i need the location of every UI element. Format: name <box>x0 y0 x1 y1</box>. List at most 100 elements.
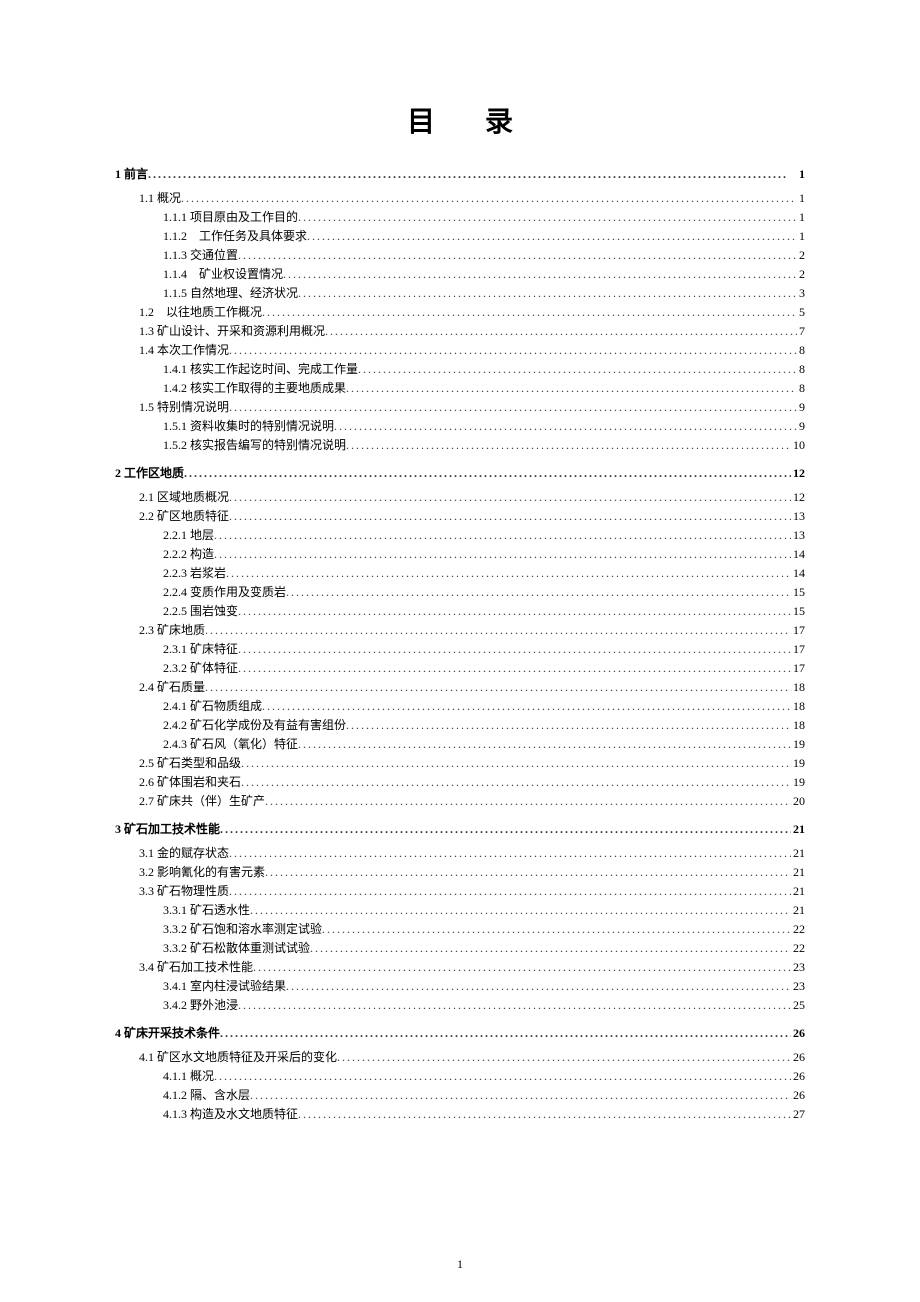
toc-page: 22 <box>791 920 805 938</box>
toc-page: 17 <box>791 659 805 677</box>
toc-label: 1.4.1 核实工作起讫时间、完成工作量 <box>163 360 358 378</box>
toc-leader-dots <box>229 341 797 359</box>
toc-entry: 2.2.2 构造14 <box>115 545 805 563</box>
toc-page: 2 <box>797 265 805 283</box>
toc-page: 21 <box>791 901 805 919</box>
toc-leader-dots <box>214 1067 791 1085</box>
toc-entry: 2.4.2 矿石化学成份及有益有害组份 18 <box>115 716 805 734</box>
toc-entry: 4.1.2 隔、含水层26 <box>115 1086 805 1104</box>
toc-label: 2.7 矿床共（伴）生矿产 <box>139 792 265 810</box>
toc-entry: 2.7 矿床共（伴）生矿产20 <box>115 792 805 810</box>
toc-entry: 1.1 概况1 <box>115 189 805 207</box>
toc-entry: 1.4.2 核实工作取得的主要地质成果8 <box>115 379 805 397</box>
toc-entry: 2.4.1 矿石物质组成 18 <box>115 697 805 715</box>
toc-page: 8 <box>797 360 805 378</box>
toc-leader-dots <box>298 1105 791 1123</box>
toc-entry: 2.1 区域地质概况 12 <box>115 488 805 506</box>
toc-entry: 4.1.3 构造及水文地质特征 27 <box>115 1105 805 1123</box>
toc-leader-dots <box>250 901 791 919</box>
toc-page: 18 <box>791 697 805 715</box>
table-of-contents: 1 前言11.1 概况11.1.1 项目原由及工作目的11.1.2 工作任务及具… <box>115 165 805 1123</box>
toc-label: 2.2 矿区地质特征 <box>139 507 229 525</box>
toc-leader-dots <box>346 379 797 397</box>
toc-label: 2.2.1 地层 <box>163 526 214 544</box>
toc-label: 1.5.2 核实报告编写的特别情况说明 <box>163 436 346 454</box>
toc-page: 9 <box>797 398 805 416</box>
toc-leader-dots <box>229 398 797 416</box>
toc-page: 27 <box>791 1105 805 1123</box>
toc-page: 9 <box>797 417 805 435</box>
toc-label: 2.6 矿体围岩和夹石 <box>139 773 241 791</box>
toc-label: 3.3 矿石物理性质 <box>139 882 229 900</box>
toc-label: 4.1.1 概况 <box>163 1067 214 1085</box>
toc-leader-dots <box>310 939 791 957</box>
toc-entry: 1 前言1 <box>115 165 805 183</box>
toc-label: 3.4.2 野外池浸 <box>163 996 238 1014</box>
toc-label: 2.3.2 矿体特征 <box>163 659 238 677</box>
toc-entry: 1.5.2 核实报告编写的特别情况说明 10 <box>115 436 805 454</box>
toc-leader-dots <box>205 621 791 639</box>
toc-leader-dots <box>250 1086 791 1104</box>
toc-entry: 2.6 矿体围岩和夹石19 <box>115 773 805 791</box>
toc-entry: 2 工作区地质12 <box>115 464 805 482</box>
toc-leader-dots <box>346 716 791 734</box>
toc-page: 26 <box>791 1048 805 1066</box>
toc-page: 18 <box>791 716 805 734</box>
toc-page: 1 <box>797 208 805 226</box>
toc-entry: 4 矿床开采技术条件26 <box>115 1024 805 1042</box>
toc-page: 14 <box>791 564 805 582</box>
toc-leader-dots <box>205 678 791 696</box>
toc-page: 7 <box>797 322 805 340</box>
toc-page: 13 <box>791 526 805 544</box>
toc-leader-dots <box>226 564 791 582</box>
toc-entry: 1.5.1 资料收集时的特别情况说明 9 <box>115 417 805 435</box>
toc-leader-dots <box>241 754 791 772</box>
toc-entry: 4.1 矿区水文地质特征及开采后的变化 26 <box>115 1048 805 1066</box>
toc-label: 1.1.3 交通位置 <box>163 246 238 264</box>
toc-page: 10 <box>791 436 805 454</box>
toc-page: 17 <box>791 621 805 639</box>
toc-page: 8 <box>797 379 805 397</box>
toc-page: 12 <box>791 488 805 506</box>
toc-leader-dots <box>238 996 791 1014</box>
toc-label: 1.3 矿山设计、开采和资源利用概况 <box>139 322 325 340</box>
toc-leader-dots <box>298 208 797 226</box>
toc-entry: 1.1.5 自然地理、经济状况3 <box>115 284 805 302</box>
toc-leader-dots <box>334 417 797 435</box>
toc-entry: 2.3.2 矿体特征 17 <box>115 659 805 677</box>
toc-entry: 1.5 特别情况说明 9 <box>115 398 805 416</box>
toc-leader-dots <box>238 659 791 677</box>
toc-label: 1.5.1 资料收集时的特别情况说明 <box>163 417 334 435</box>
toc-label: 2.4.2 矿石化学成份及有益有害组份 <box>163 716 346 734</box>
toc-entry: 3.4 矿石加工技术性能23 <box>115 958 805 976</box>
toc-label: 2.2.5 围岩蚀变 <box>163 602 238 620</box>
toc-entry: 2.2.4 变质作用及变质岩15 <box>115 583 805 601</box>
toc-leader-dots <box>241 773 791 791</box>
toc-page: 21 <box>791 820 805 838</box>
toc-page: 21 <box>791 844 805 862</box>
toc-leader-dots <box>181 189 797 207</box>
toc-page: 26 <box>791 1067 805 1085</box>
toc-entry: 3.1 金的赋存状态21 <box>115 844 805 862</box>
toc-entry: 2.2.5 围岩蚀变 15 <box>115 602 805 620</box>
toc-label: 4.1.2 隔、含水层 <box>163 1086 250 1104</box>
toc-label: 4.1 矿区水文地质特征及开采后的变化 <box>139 1048 337 1066</box>
toc-leader-dots <box>148 165 797 183</box>
toc-page: 5 <box>797 303 805 321</box>
toc-label: 4.1.3 构造及水文地质特征 <box>163 1105 298 1123</box>
toc-label: 1.5 特别情况说明 <box>139 398 229 416</box>
toc-page: 23 <box>791 958 805 976</box>
toc-label: 2.4.1 矿石物质组成 <box>163 697 262 715</box>
toc-page: 21 <box>791 863 805 881</box>
toc-label: 3 矿石加工技术性能 <box>115 820 220 838</box>
toc-label: 2.1 区域地质概况 <box>139 488 229 506</box>
toc-leader-dots <box>337 1048 791 1066</box>
page-number: 1 <box>0 1257 920 1272</box>
toc-page: 15 <box>791 602 805 620</box>
toc-label: 2.4.3 矿石风（氧化）特征 <box>163 735 298 753</box>
toc-leader-dots <box>253 958 791 976</box>
toc-entry: 2.5 矿石类型和品级19 <box>115 754 805 772</box>
toc-entry: 1.4.1 核实工作起讫时间、完成工作量 8 <box>115 360 805 378</box>
toc-leader-dots <box>265 792 791 810</box>
toc-page: 19 <box>791 735 805 753</box>
